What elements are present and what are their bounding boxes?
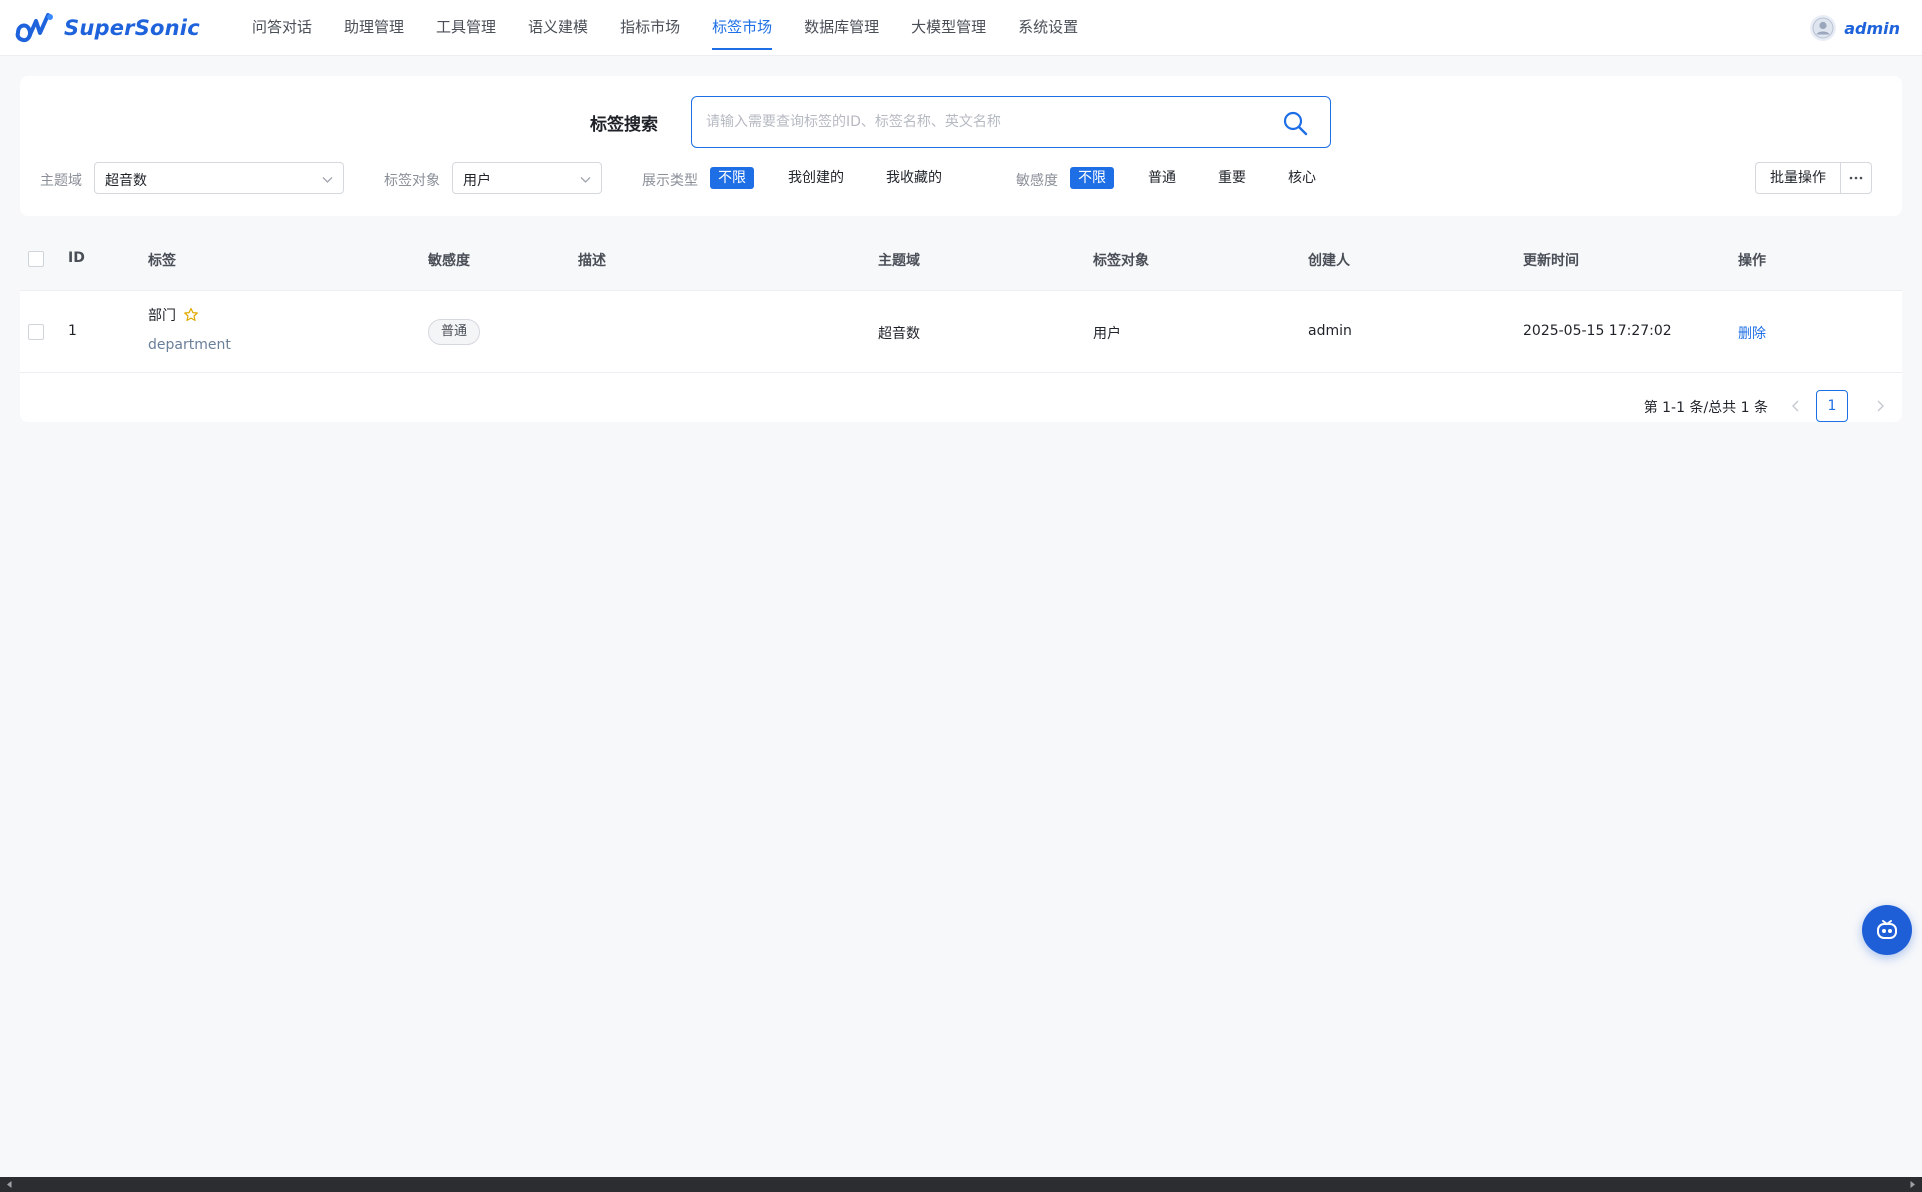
column-header-creator[interactable]: 创建人 <box>1308 250 1350 270</box>
search-box[interactable] <box>691 96 1331 148</box>
sensitivity-all[interactable]: 不限 <box>1070 167 1114 189</box>
nav-item-tag-market[interactable]: 标签市场 <box>696 0 788 56</box>
object-select-value: 用户 <box>463 173 491 189</box>
page-number-current[interactable]: 1 <box>1816 390 1848 422</box>
tag-object: 用户 <box>1093 326 1121 342</box>
sensitivity-core[interactable]: 核心 <box>1280 167 1324 189</box>
ellipsis-icon <box>1849 176 1863 180</box>
table-row[interactable]: 1 部门 department 普通 超音数 用户 admin 2025-05-… <box>20 291 1902 373</box>
search-title: 标签搜索 <box>590 115 658 135</box>
horizontal-scrollbar[interactable] <box>0 1177 1922 1192</box>
search-panel: 标签搜索 主题域 超音数 标签对象 用户 展示类型 不限 我创建的 我收藏的 敏… <box>20 76 1902 216</box>
tag-english-name: department <box>148 337 231 353</box>
column-header-domain[interactable]: 主题域 <box>878 250 920 270</box>
supersonic-logo-icon <box>15 13 53 43</box>
nav-item-semantic-model[interactable]: 语义建模 <box>512 0 604 56</box>
user-name[interactable]: admin <box>1844 19 1900 38</box>
row-checkbox[interactable] <box>28 324 44 340</box>
sensitivity-label: 敏感度 <box>1016 173 1058 189</box>
display-type-favorites[interactable]: 我收藏的 <box>878 167 950 189</box>
user-avatar-icon <box>1812 17 1834 39</box>
avatar[interactable] <box>1810 15 1837 41</box>
tag-table: ID 标签 敏感度 描述 主题域 标签对象 创建人 更新时间 操作 1 部门 d… <box>20 226 1902 422</box>
more-actions-button[interactable] <box>1840 162 1872 194</box>
select-all-checkbox[interactable] <box>28 251 44 267</box>
top-navigation-bar: SuperSonic 问答对话 助理管理 工具管理 语义建模 指标市场 标签市场… <box>0 0 1922 56</box>
pagination: 第 1-1 条/总共 1 条 1 <box>1628 390 1888 422</box>
tag-creator: admin <box>1308 323 1352 339</box>
scroll-right-icon[interactable] <box>1908 1180 1917 1189</box>
column-header-object[interactable]: 标签对象 <box>1093 250 1149 270</box>
table-header: ID 标签 敏感度 描述 主题域 标签对象 创建人 更新时间 操作 <box>20 226 1902 291</box>
chevron-down-icon <box>580 177 591 183</box>
main-nav: 问答对话 助理管理 工具管理 语义建模 指标市场 标签市场 数据库管理 大模型管… <box>236 0 1094 56</box>
nav-item-tools[interactable]: 工具管理 <box>420 0 512 56</box>
nav-item-database[interactable]: 数据库管理 <box>788 0 895 56</box>
sensitivity-badge: 普通 <box>428 319 481 345</box>
star-icon[interactable] <box>183 307 199 323</box>
sensitivity-important[interactable]: 重要 <box>1210 167 1254 189</box>
tag-domain: 超音数 <box>878 326 920 342</box>
column-header-tag[interactable]: 标签 <box>148 250 176 270</box>
delete-link[interactable]: 删除 <box>1738 323 1766 343</box>
domain-select-value: 超音数 <box>105 173 147 189</box>
domain-filter-label: 主题域 <box>40 173 82 189</box>
column-header-actions: 操作 <box>1738 253 1766 269</box>
app-name: SuperSonic <box>64 16 200 40</box>
scroll-left-icon[interactable] <box>5 1180 14 1189</box>
column-header-updated-at[interactable]: 更新时间 <box>1523 250 1579 270</box>
search-icon[interactable] <box>1282 110 1308 136</box>
chevron-left-icon[interactable] <box>1788 398 1804 414</box>
object-select[interactable]: 用户 <box>452 162 602 194</box>
column-header-sensitivity[interactable]: 敏感度 <box>428 250 470 270</box>
batch-operation-button[interactable]: 批量操作 <box>1755 162 1840 194</box>
display-type-all[interactable]: 不限 <box>710 167 754 189</box>
domain-select[interactable]: 超音数 <box>94 162 344 194</box>
tag-updated-at: 2025-05-15 17:27:02 <box>1523 323 1672 339</box>
search-input[interactable] <box>706 97 1266 147</box>
logo[interactable]: SuperSonic <box>14 8 200 48</box>
robot-icon <box>1877 920 1897 939</box>
tag-id: 1 <box>68 323 77 339</box>
pagination-total: 第 1-1 条/总共 1 条 <box>1643 400 1768 416</box>
sensitivity-normal[interactable]: 普通 <box>1140 167 1184 189</box>
nav-item-metric-market[interactable]: 指标市场 <box>604 0 696 56</box>
nav-item-llm[interactable]: 大模型管理 <box>895 0 1002 56</box>
assistant-floating-button[interactable] <box>1862 905 1912 955</box>
nav-item-settings[interactable]: 系统设置 <box>1002 0 1094 56</box>
chevron-right-icon[interactable] <box>1872 398 1888 414</box>
column-header-id[interactable]: ID <box>68 250 85 266</box>
nav-item-agents[interactable]: 助理管理 <box>328 0 420 56</box>
display-type-label: 展示类型 <box>642 173 698 189</box>
object-filter-label: 标签对象 <box>384 173 440 189</box>
column-header-description[interactable]: 描述 <box>578 250 606 270</box>
user-menu[interactable]: admin <box>1810 15 1900 41</box>
nav-item-chat[interactable]: 问答对话 <box>236 0 328 56</box>
display-type-created-by-me[interactable]: 我创建的 <box>780 167 852 189</box>
filter-bar: 主题域 超音数 标签对象 用户 展示类型 不限 我创建的 我收藏的 敏感度 不限… <box>20 162 1902 194</box>
batch-actions: 批量操作 <box>1755 162 1872 194</box>
tag-name[interactable]: 部门 <box>148 305 176 325</box>
chevron-down-icon <box>322 177 333 183</box>
